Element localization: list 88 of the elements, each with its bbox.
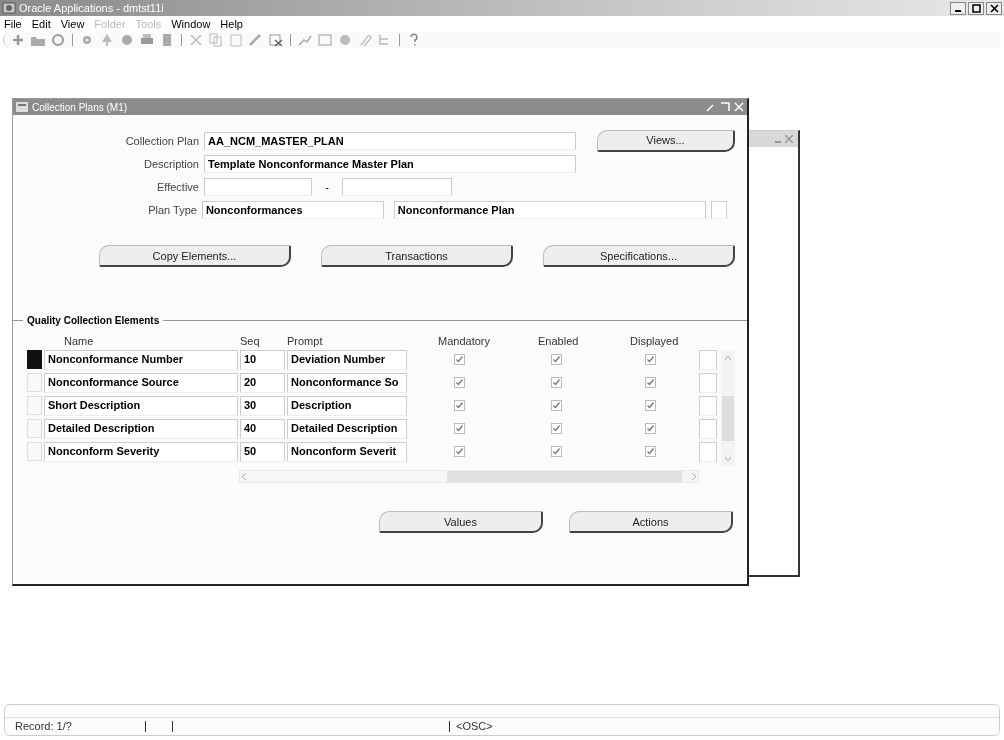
window-title: Oracle Applications - dmtst11i	[19, 2, 164, 14]
input-field[interactable]: Nonconformances	[201, 200, 384, 219]
checkbox[interactable]	[453, 446, 465, 457]
delete-icon[interactable]	[268, 33, 284, 47]
input-field[interactable]	[711, 200, 727, 219]
column-header: Mandatory	[438, 335, 491, 347]
checkbox[interactable]	[644, 423, 656, 434]
table-cell[interactable]: Description	[287, 395, 407, 416]
column-header: Seq	[240, 335, 261, 347]
checkbox[interactable]	[550, 377, 562, 388]
action-button[interactable]: Actions	[569, 511, 733, 533]
field-label: Plan Type	[147, 203, 197, 216]
checkbox[interactable]	[644, 377, 656, 388]
table-cell[interactable]: 50	[240, 441, 285, 462]
maximize-button[interactable]	[968, 1, 984, 15]
table-cell[interactable]: Deviation Number	[287, 349, 407, 370]
maximize-icon[interactable]	[720, 102, 730, 112]
checkbox[interactable]	[453, 400, 465, 411]
table-cell[interactable]	[699, 418, 717, 439]
table-cell[interactable]: 30	[240, 395, 285, 416]
range-separator: -	[324, 180, 330, 193]
section-title: Quality Collection Elements	[27, 315, 160, 326]
field-label: Description	[142, 157, 199, 170]
checkbox[interactable]	[550, 354, 562, 365]
checkbox[interactable]	[644, 400, 656, 411]
close-button[interactable]	[986, 1, 1002, 15]
date-field[interactable]	[204, 177, 312, 196]
field-label: Effective	[156, 180, 199, 193]
checkbox[interactable]	[550, 446, 562, 457]
scissors-icon[interactable]	[188, 33, 204, 47]
checkbox[interactable]	[453, 377, 465, 388]
input-field[interactable]: Template Nonconformance Master Plan	[204, 154, 576, 173]
action-button[interactable]: Copy Elements...	[99, 245, 291, 267]
menu-item[interactable]: View	[60, 18, 85, 30]
table-cell[interactable]	[699, 441, 717, 462]
table-cell[interactable]	[699, 395, 717, 416]
date-field[interactable]	[342, 177, 452, 196]
minimize-button[interactable]	[950, 1, 966, 15]
table-cell[interactable]: 10	[240, 349, 285, 370]
maximize-icon	[971, 3, 981, 13]
table-cell[interactable]	[699, 372, 717, 393]
copy-icon[interactable]	[208, 33, 224, 47]
status-mode: <OSC>	[456, 720, 493, 732]
form-icon	[16, 102, 28, 112]
form-title: Collection Plans (M1)	[32, 101, 128, 113]
column-header: Enabled	[538, 335, 580, 347]
window-icon[interactable]	[317, 33, 333, 47]
checkbox[interactable]	[550, 423, 562, 434]
table-cell[interactable]: 40	[240, 418, 285, 439]
table-cell[interactable]: Detailed Description	[287, 418, 407, 439]
table-cell[interactable]: Detailed Description	[44, 418, 238, 439]
vertical-scrollbar[interactable]	[721, 351, 735, 466]
action-button[interactable]: Values	[379, 511, 543, 533]
action-button[interactable]: Specifications...	[543, 245, 735, 267]
tree-icon[interactable]	[99, 33, 115, 47]
table-cell[interactable]: 20	[240, 372, 285, 393]
horizontal-scrollbar[interactable]	[239, 470, 699, 483]
close-icon[interactable]	[785, 135, 793, 143]
action-button[interactable]: Transactions	[321, 245, 513, 267]
input-field[interactable]: Nonconformance Plan	[393, 200, 707, 219]
menu-item[interactable]: Help	[220, 18, 243, 30]
column-header: Name	[63, 335, 95, 347]
table-cell[interactable]	[699, 349, 717, 370]
input-field[interactable]: AA_NCM_MASTER_PLAN	[204, 131, 576, 150]
printer-icon[interactable]	[139, 33, 155, 47]
table-cell[interactable]: Nonconform Severity	[44, 441, 238, 462]
checkbox[interactable]	[644, 354, 656, 365]
close-icon	[989, 3, 999, 13]
checkbox[interactable]	[453, 423, 465, 434]
column-header: Prompt	[287, 335, 324, 347]
app-icon	[2, 1, 16, 15]
checkbox[interactable]	[550, 400, 562, 411]
plus-icon[interactable]	[10, 33, 26, 47]
table-cell[interactable]: Short Description	[44, 395, 238, 416]
refresh-icon[interactable]	[50, 33, 66, 47]
views-button[interactable]: Views...	[597, 129, 735, 152]
table-cell[interactable]: Nonconformance Number	[44, 349, 238, 370]
menu-item[interactable]: Edit	[31, 18, 51, 30]
record-count: Record: 1/?	[15, 720, 73, 732]
checkbox[interactable]	[644, 446, 656, 457]
checkbox[interactable]	[453, 354, 465, 365]
table-cell[interactable]: Nonconform Severit	[287, 441, 407, 462]
menu-item[interactable]: File	[4, 18, 22, 30]
table-cell[interactable]: Nonconformance So	[287, 372, 407, 393]
menu-item[interactable]: Window	[171, 18, 211, 30]
table-cell[interactable]: Nonconformance Source	[44, 372, 238, 393]
column-header: Displayed	[630, 335, 680, 347]
field-label: Collection Plan	[124, 134, 199, 147]
